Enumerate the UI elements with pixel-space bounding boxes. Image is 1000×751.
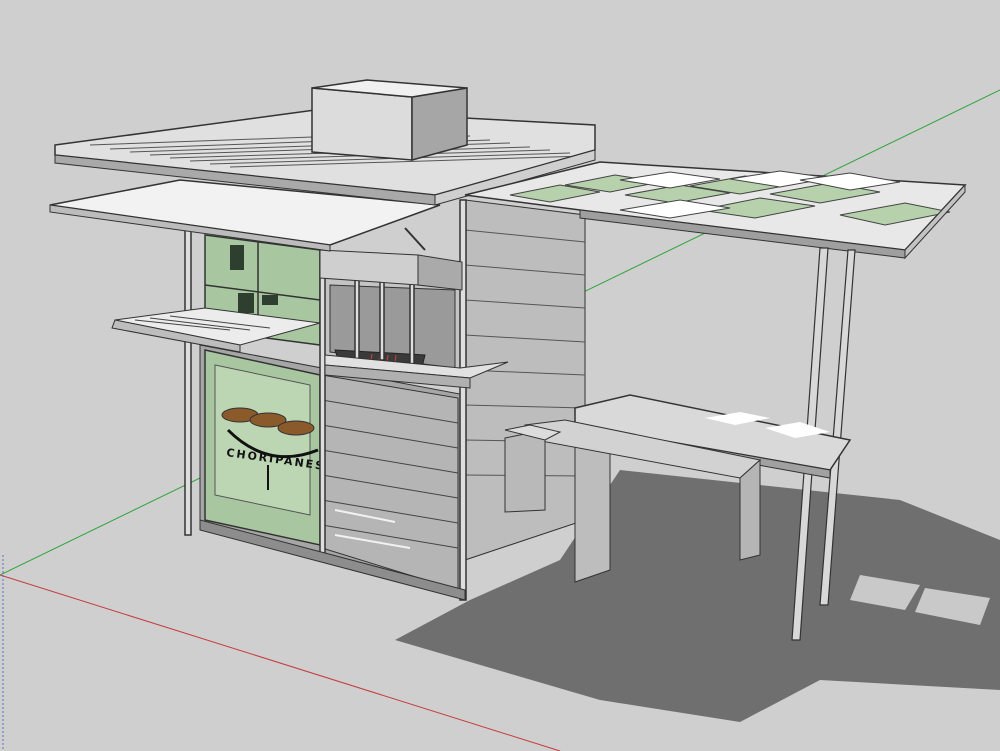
sketchup-viewport[interactable]: CHORIPANES xyxy=(0,0,1000,751)
display-inner-pane xyxy=(214,364,311,516)
rooftop-ac-front xyxy=(311,87,413,161)
side-bin xyxy=(504,429,546,513)
bench-leg xyxy=(739,458,761,561)
model-canvas[interactable]: CHORIPANES xyxy=(0,0,1000,751)
